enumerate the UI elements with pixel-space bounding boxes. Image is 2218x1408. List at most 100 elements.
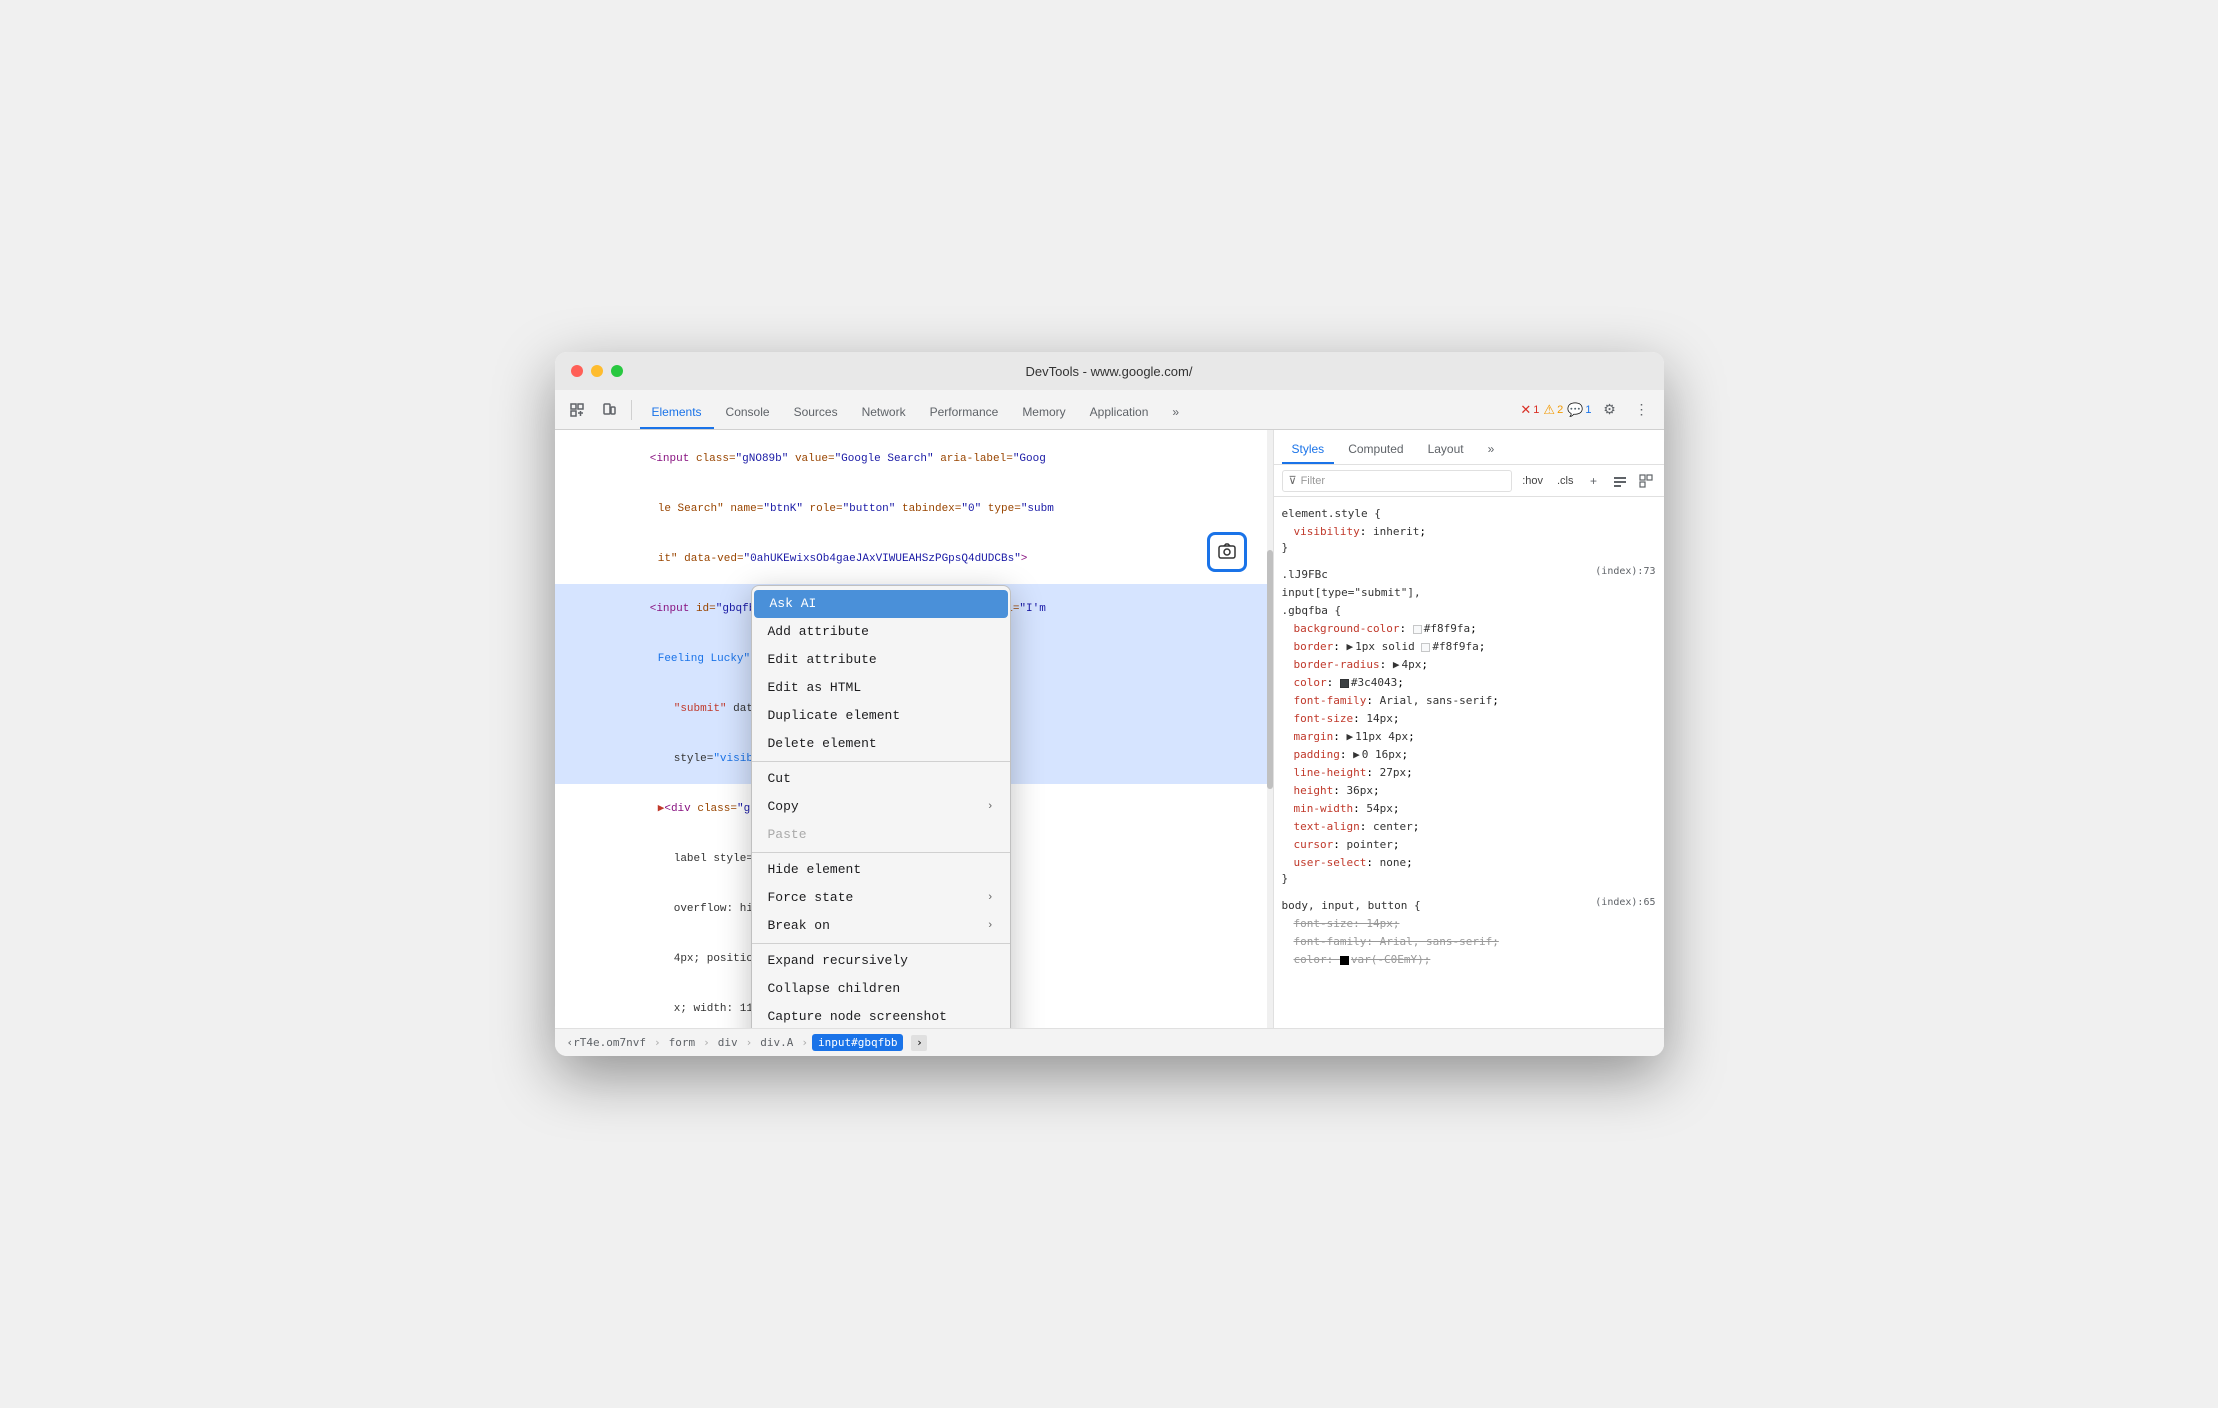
- info-badge[interactable]: 💬 1: [1567, 402, 1591, 418]
- breadcrumb-item-root[interactable]: ‹rT4e.om7nvf: [563, 1034, 650, 1051]
- minimize-button[interactable]: [591, 365, 603, 377]
- menu-item-collapse-children[interactable]: Collapse children: [752, 975, 1010, 1003]
- css-property-line: color : var(-C0EmY) ;: [1282, 951, 1656, 969]
- color-swatch: [1340, 679, 1349, 688]
- styles-tabs: Styles Computed Layout »: [1274, 430, 1664, 465]
- device-icon[interactable]: [595, 396, 623, 424]
- css-property-line: visibility : inherit ;: [1282, 523, 1656, 541]
- window-title: DevTools - www.google.com/: [1026, 364, 1193, 379]
- css-property-line: user-select : none ;: [1282, 854, 1656, 872]
- error-badge[interactable]: ✕ 1: [1520, 402, 1539, 418]
- css-close-brace: }: [1282, 541, 1656, 554]
- breadcrumb-item-input[interactable]: input#gbqfbb: [812, 1034, 903, 1051]
- menu-item-ask-ai[interactable]: Ask AI: [754, 590, 1008, 618]
- tab-more[interactable]: »: [1160, 397, 1191, 429]
- css-rule-header: body, input, button { (index):65: [1282, 897, 1656, 915]
- settings-icon[interactable]: ⚙: [1596, 396, 1624, 424]
- css-selector: element.style {: [1282, 505, 1656, 523]
- styles-filter-toolbar: ⊽ Filter :hov .cls +: [1274, 465, 1664, 497]
- breadcrumb-forward-arrow[interactable]: ›: [911, 1035, 927, 1051]
- tab-sources[interactable]: Sources: [782, 397, 850, 429]
- devtools-window: DevTools - www.google.com/: [555, 352, 1664, 1056]
- styles-content[interactable]: element.style { visibility : inherit ; }…: [1274, 497, 1664, 1028]
- devtools-toolbar: Elements Console Sources Network Perform…: [555, 390, 1664, 430]
- filter-input-container[interactable]: ⊽ Filter: [1282, 470, 1513, 492]
- toggle-style-icon[interactable]: [1610, 471, 1630, 491]
- menu-item-paste: Paste: [752, 821, 1010, 849]
- tab-console[interactable]: Console: [714, 397, 782, 429]
- css-property-line: color : #3c4043 ;: [1282, 674, 1656, 692]
- menu-item-hide-element[interactable]: Hide element: [752, 856, 1010, 884]
- filter-icon: ⊽: [1289, 474, 1297, 487]
- titlebar: DevTools - www.google.com/: [555, 352, 1664, 390]
- menu-item-add-attribute[interactable]: Add attribute: [752, 618, 1010, 646]
- break-on-arrow: ›: [987, 917, 994, 935]
- css-property-line: min-width : 54px ;: [1282, 800, 1656, 818]
- warning-badge[interactable]: ⚠ 2: [1543, 402, 1563, 418]
- breadcrumb-item-div[interactable]: div: [714, 1034, 742, 1051]
- inspector-icon[interactable]: [563, 396, 591, 424]
- tab-memory[interactable]: Memory: [1010, 397, 1077, 429]
- hov-button[interactable]: :hov: [1518, 473, 1547, 489]
- menu-item-copy[interactable]: Copy ›: [752, 793, 1010, 821]
- force-state-arrow: ›: [987, 889, 994, 907]
- close-button[interactable]: [571, 365, 583, 377]
- add-style-icon[interactable]: +: [1584, 471, 1604, 491]
- color-swatch: [1421, 643, 1430, 652]
- css-property-line: border : ▶ 1px solid #f8f9fa ;: [1282, 638, 1656, 656]
- color-swatch: [1413, 625, 1422, 634]
- tab-performance[interactable]: Performance: [918, 397, 1011, 429]
- css-rule-element-style: element.style { visibility : inherit ; }: [1282, 505, 1656, 554]
- menu-item-cut[interactable]: Cut: [752, 765, 1010, 793]
- css-property-line: padding : ▶ 0 16px ;: [1282, 746, 1656, 764]
- copy-submenu-arrow: ›: [987, 798, 994, 816]
- traffic-lights: [571, 365, 623, 377]
- context-menu-overlay[interactable]: Ask AI Add attribute Edit attribute Edit…: [555, 430, 1273, 1028]
- cls-button[interactable]: .cls: [1553, 473, 1578, 489]
- css-property-line: background-color : #f8f9fa ;: [1282, 620, 1656, 638]
- menu-item-break-on[interactable]: Break on ›: [752, 912, 1010, 940]
- menu-item-edit-attribute[interactable]: Edit attribute: [752, 646, 1010, 674]
- breadcrumb-item-diva[interactable]: div.A: [756, 1034, 797, 1051]
- devtools-body: <input class="gNO89b" value="Google Sear…: [555, 430, 1664, 1028]
- elements-panel: <input class="gNO89b" value="Google Sear…: [555, 430, 1274, 1028]
- css-selector2: input[type="submit"],: [1282, 584, 1656, 602]
- tab-application[interactable]: Application: [1078, 397, 1161, 429]
- tab-elements[interactable]: Elements: [640, 397, 714, 429]
- menu-item-capture-screenshot[interactable]: Capture node screenshot: [752, 1003, 1010, 1028]
- toolbar-right: ✕ 1 ⚠ 2 💬 1 ⚙ ⋮: [1520, 396, 1655, 424]
- filter-placeholder: Filter: [1301, 475, 1325, 487]
- css-property-line: font-size : 14px;: [1282, 915, 1656, 933]
- more-options-icon[interactable]: ⋮: [1628, 396, 1656, 424]
- breadcrumb-item-form[interactable]: form: [665, 1034, 700, 1051]
- styles-tab-styles[interactable]: Styles: [1282, 436, 1335, 464]
- layout-icon[interactable]: [1636, 471, 1656, 491]
- menu-separator: [752, 852, 1010, 853]
- menu-separator: [752, 761, 1010, 762]
- menu-item-expand-recursively[interactable]: Expand recursively: [752, 947, 1010, 975]
- css-property-line: font-family : Arial, sans-serif ;: [1282, 692, 1656, 710]
- styles-tab-computed[interactable]: Computed: [1338, 436, 1413, 464]
- menu-item-duplicate-element[interactable]: Duplicate element: [752, 702, 1010, 730]
- css-property-line: line-height : 27px ;: [1282, 764, 1656, 782]
- css-property-line: text-align : center ;: [1282, 818, 1656, 836]
- maximize-button[interactable]: [611, 365, 623, 377]
- devtools-tabs: Elements Console Sources Network Perform…: [640, 390, 1192, 429]
- css-selector3: .gbqfba {: [1282, 602, 1656, 620]
- menu-separator: [752, 943, 1010, 944]
- css-property-line: cursor : pointer ;: [1282, 836, 1656, 854]
- css-property-line: height : 36px ;: [1282, 782, 1656, 800]
- menu-item-edit-html[interactable]: Edit as HTML: [752, 674, 1010, 702]
- menu-item-force-state[interactable]: Force state ›: [752, 884, 1010, 912]
- css-property-line: font-family : Arial, sans-serif;: [1282, 933, 1656, 951]
- styles-panel: Styles Computed Layout » ⊽ Filter :hov .…: [1274, 430, 1664, 1028]
- context-menu: Ask AI Add attribute Edit attribute Edit…: [751, 585, 1011, 1028]
- css-close-brace: }: [1282, 872, 1656, 885]
- toolbar-divider: [631, 400, 632, 420]
- tab-network[interactable]: Network: [850, 397, 918, 429]
- styles-tab-layout[interactable]: Layout: [1418, 436, 1474, 464]
- menu-item-delete-element[interactable]: Delete element: [752, 730, 1010, 758]
- color-swatch: [1340, 956, 1349, 965]
- css-property-line: margin : ▶ 11px 4px ;: [1282, 728, 1656, 746]
- styles-tab-more[interactable]: »: [1478, 436, 1505, 464]
